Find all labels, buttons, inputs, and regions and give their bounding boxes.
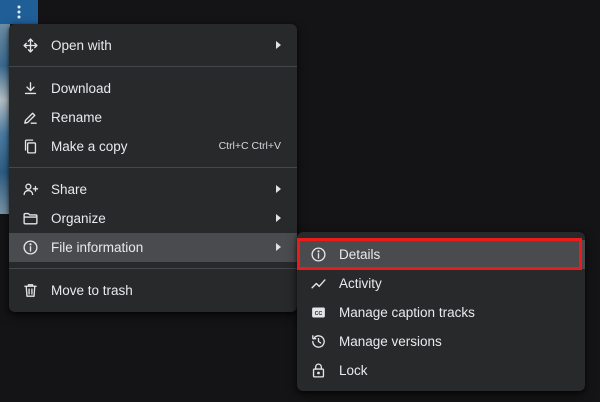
download-icon [22,80,39,97]
svg-text:CC: CC [315,311,323,317]
activity-icon [310,275,327,292]
trash-icon [22,282,39,299]
menu-item-label: Manage caption tracks [339,305,475,320]
menu-item-open-with[interactable]: Open with [9,31,297,60]
file-information-submenu: Details Activity CC Manage caption track… [297,232,585,391]
menu-item-label: Move to trash [51,283,133,298]
closed-caption-icon: CC [310,304,327,321]
menu-divider [9,268,297,269]
chevron-right-icon [276,41,281,49]
menu-item-label: Share [51,182,88,197]
menu-item-share[interactable]: Share [9,175,297,204]
history-icon [310,333,327,350]
menu-item-rename[interactable]: Rename [9,103,297,132]
more-vert-icon [17,5,21,19]
menu-item-label: Rename [51,110,103,125]
rename-icon [22,109,39,126]
open-with-icon [22,37,39,54]
submenu-item-details[interactable]: Details [297,240,585,269]
menu-item-label: Make a copy [51,139,128,154]
menu-divider [9,66,297,67]
submenu-item-lock[interactable]: Lock [297,356,585,385]
submenu-item-activity[interactable]: Activity [297,269,585,298]
menu-item-label: Organize [51,211,106,226]
copy-icon [22,138,39,155]
chevron-right-icon [276,243,281,251]
share-icon [22,181,39,198]
menu-item-make-a-copy[interactable]: Make a copy Ctrl+C Ctrl+V [9,132,297,161]
menu-item-file-information[interactable]: File information [9,233,297,262]
menu-item-label: Manage versions [339,334,442,349]
menu-divider [9,167,297,168]
chevron-right-icon [276,185,281,193]
menu-item-organize[interactable]: Organize [9,204,297,233]
lock-icon [310,362,327,379]
menu-item-label: Download [51,81,112,96]
info-icon [310,246,327,263]
folder-icon [22,210,39,227]
submenu-item-manage-caption-tracks[interactable]: CC Manage caption tracks [297,298,585,327]
more-actions-button[interactable] [0,0,38,24]
menu-item-label: Activity [339,276,382,291]
chevron-right-icon [276,214,281,222]
menu-item-move-to-trash[interactable]: Move to trash [9,276,297,305]
menu-item-label: Details [339,247,381,262]
menu-item-label: Lock [339,363,368,378]
keyboard-shortcut: Ctrl+C Ctrl+V [218,140,281,152]
menu-item-label: File information [51,240,144,255]
submenu-item-manage-versions[interactable]: Manage versions [297,327,585,356]
drive-view: Open with Download Rename Make a copy Ct… [0,0,600,402]
info-icon [22,239,39,256]
menu-item-label: Open with [51,38,112,53]
menu-item-download[interactable]: Download [9,74,297,103]
context-menu: Open with Download Rename Make a copy Ct… [9,24,297,312]
